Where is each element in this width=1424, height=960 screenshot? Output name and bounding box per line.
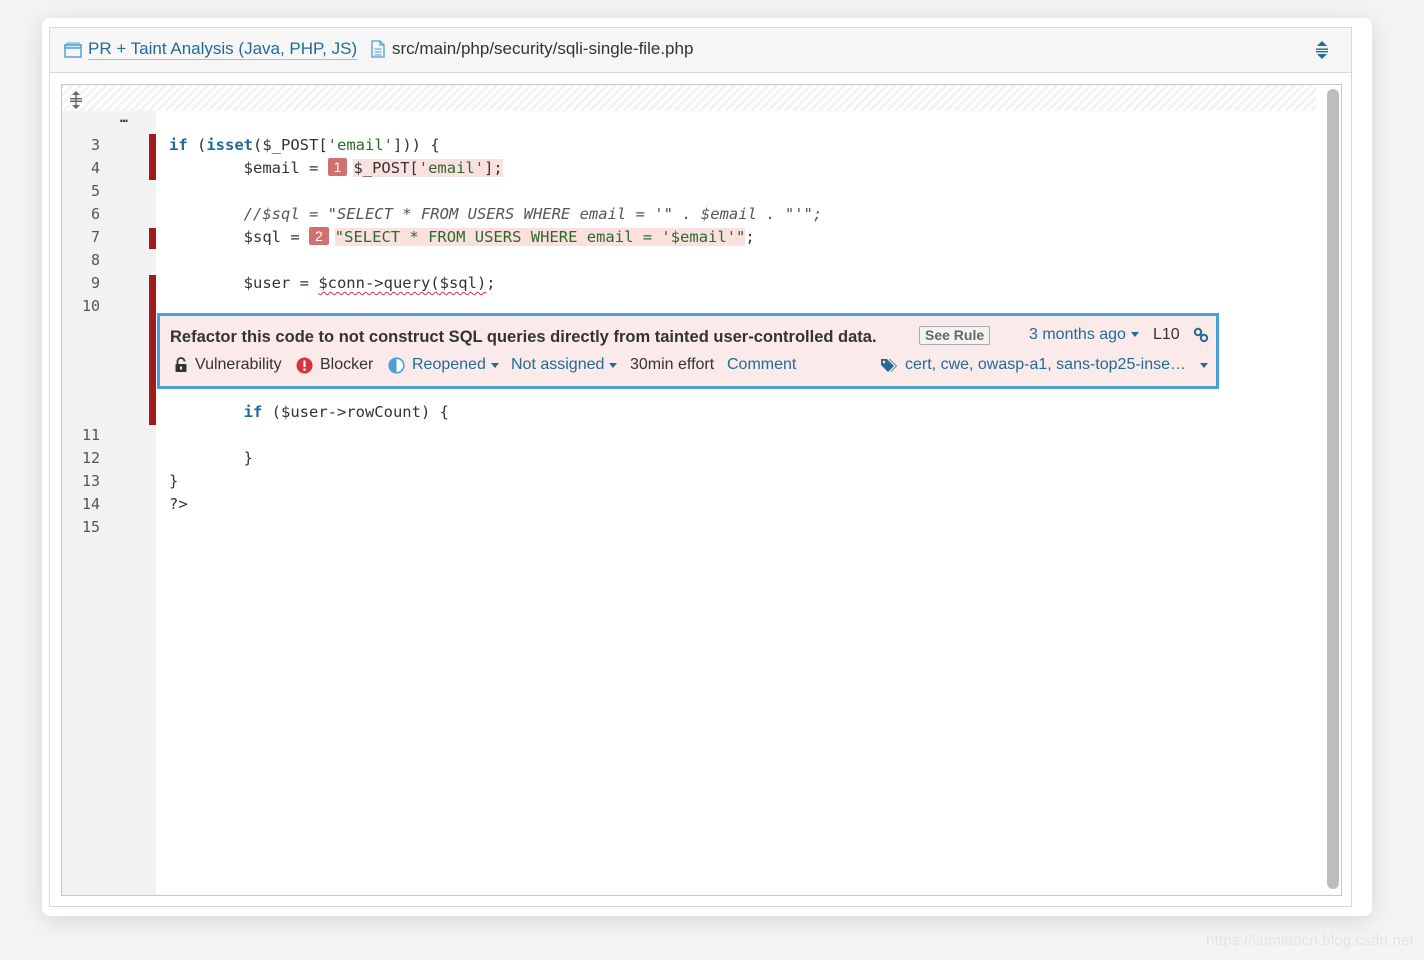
- string-literal: 'email': [327, 136, 393, 154]
- code-token: ($_POST[: [253, 136, 328, 154]
- code-text: }: [169, 449, 253, 467]
- taint-source[interactable]: $_POST['email'];: [353, 159, 503, 177]
- code-line: 5 $email = 1 $_POST['email'];: [62, 157, 1316, 200]
- issue-effort: 30min effort: [630, 356, 715, 373]
- issue-severity: Blocker: [296, 356, 373, 374]
- comment-link[interactable]: Comment: [727, 356, 796, 374]
- issue-assignee-dropdown[interactable]: Not assigned: [511, 356, 618, 374]
- more-icon[interactable]: …: [120, 107, 128, 130]
- issue-location[interactable]: $conn->query($sql): [318, 274, 486, 292]
- issue-type: Vulnerability: [174, 356, 282, 374]
- code-viewer: 3 … 4 if (isset($_POST['email'])) { 5 $e…: [61, 84, 1342, 896]
- keyword: if: [243, 403, 263, 421]
- string-literal: 'email': [418, 159, 485, 177]
- line-number[interactable]: 15: [62, 516, 100, 539]
- code-line: 13 }: [62, 447, 1316, 490]
- expand-above-bar[interactable]: [62, 85, 1316, 111]
- code-token: $email =: [169, 159, 328, 177]
- issue-status-label: Reopened: [412, 356, 486, 373]
- link-icon[interactable]: [1193, 327, 1209, 348]
- code-line: 6: [62, 180, 1316, 223]
- source-viewer-panel: PR + Taint Analysis (Java, PHP, JS) src/…: [49, 27, 1352, 907]
- code-line: 8 $sql = 2 "SELECT * FROM USERS WHERE ema…: [62, 226, 1316, 269]
- code-line: 4 if (isset($_POST['email'])) {: [62, 134, 1316, 180]
- expand-icon[interactable]: [1315, 41, 1329, 64]
- issue-date-label: 3 months ago: [1029, 326, 1126, 343]
- issue-tags-label: cert, cwe, owasp-a1, sans-top25-inse…: [905, 356, 1187, 373]
- project-breadcrumb[interactable]: PR + Taint Analysis (Java, PHP, JS): [64, 39, 358, 60]
- code-token: $_POST[: [353, 159, 419, 177]
- issue-status-dropdown[interactable]: Reopened: [388, 356, 499, 374]
- blocker-icon: [296, 357, 313, 373]
- issue-type-label: Vulnerability: [195, 356, 282, 373]
- code-token: $user =: [169, 274, 319, 292]
- viewer-header: PR + Taint Analysis (Java, PHP, JS) src/…: [50, 28, 1351, 73]
- code-text: $email = 1 $_POST['email'];: [169, 157, 503, 180]
- keyword: isset: [206, 136, 254, 154]
- code-token: ];: [484, 159, 503, 177]
- code-line: 10 $user = $conn->query($sql);: [62, 272, 1316, 315]
- location-badge-1[interactable]: 1: [327, 158, 348, 176]
- reopened-icon: [388, 356, 405, 374]
- issue-line: L10: [1153, 326, 1180, 343]
- code-token: ;: [745, 228, 755, 246]
- lock-icon: [175, 357, 187, 372]
- issue-date[interactable]: 3 months ago: [1029, 326, 1139, 344]
- code-token: ])) {: [393, 136, 440, 154]
- code-token: $sql =: [169, 228, 309, 246]
- file-breadcrumb: src/main/php/security/sqli-single-file.p…: [370, 39, 693, 59]
- chevron-down-icon: [1200, 362, 1209, 368]
- code-line: 11 if ($user->rowCount) {: [62, 401, 1316, 444]
- code-line: 9: [62, 249, 1316, 292]
- issue-severity-label: Blocker: [320, 356, 374, 373]
- code-token: (: [187, 136, 207, 154]
- code-line: 7 //$sql = "SELECT * FROM USERS WHERE em…: [62, 203, 1316, 246]
- file-path: src/main/php/security/sqli-single-file.p…: [392, 39, 694, 58]
- issue-marker[interactable]: [149, 228, 156, 249]
- issue-tags-dropdown[interactable]: cert, cwe, owasp-a1, sans-top25-inse…: [880, 356, 1209, 374]
- location-badge-2[interactable]: 2: [308, 227, 329, 245]
- code-token: ($user->rowCount) {: [262, 403, 449, 421]
- taint-step[interactable]: "SELECT * FROM USERS WHERE email = '$ema…: [334, 228, 746, 246]
- code-text: if ($user->rowCount) {: [169, 401, 449, 424]
- chevron-down-icon: [1130, 332, 1139, 337]
- line-number[interactable]: 10: [62, 295, 100, 318]
- code-text: $user = $conn->query($sql);: [169, 272, 496, 295]
- chevron-down-icon: [609, 362, 618, 368]
- chevron-down-icon: [490, 362, 499, 368]
- code-line: 15 ?>: [62, 493, 1316, 536]
- vertical-scrollbar[interactable]: [1327, 89, 1339, 889]
- code-text: ?>: [169, 495, 188, 513]
- code-text: if (isset($_POST['email'])) {: [169, 134, 440, 157]
- project-icon: [64, 42, 82, 58]
- code-line: 3 …: [62, 111, 1316, 154]
- project-label[interactable]: PR + Taint Analysis (Java, PHP, JS): [88, 39, 358, 60]
- issue-message[interactable]: Refactor this code to not construct SQL …: [170, 328, 877, 347]
- code-line: 14 }: [62, 470, 1316, 513]
- code-text: }: [169, 472, 179, 490]
- string-literal: "SELECT * FROM USERS WHERE email = '$ema…: [334, 228, 746, 246]
- code-line: 12: [62, 424, 1316, 467]
- code-token: ;: [486, 274, 496, 292]
- watermark: https://liumiaocn.blog.csdn.net: [1206, 932, 1414, 949]
- code-comment: //$sql = "SELECT * FROM USERS WHERE emai…: [169, 205, 823, 223]
- issue-assignee-label: Not assigned: [511, 356, 605, 373]
- file-icon: [371, 40, 385, 58]
- code-text: $sql = 2 "SELECT * FROM USERS WHERE email…: [169, 226, 755, 249]
- tags-icon: [881, 359, 897, 372]
- see-rule-button[interactable]: See Rule: [919, 326, 991, 345]
- issue-box[interactable]: Refactor this code to not construct SQL …: [157, 313, 1219, 389]
- keyword: if: [169, 136, 188, 154]
